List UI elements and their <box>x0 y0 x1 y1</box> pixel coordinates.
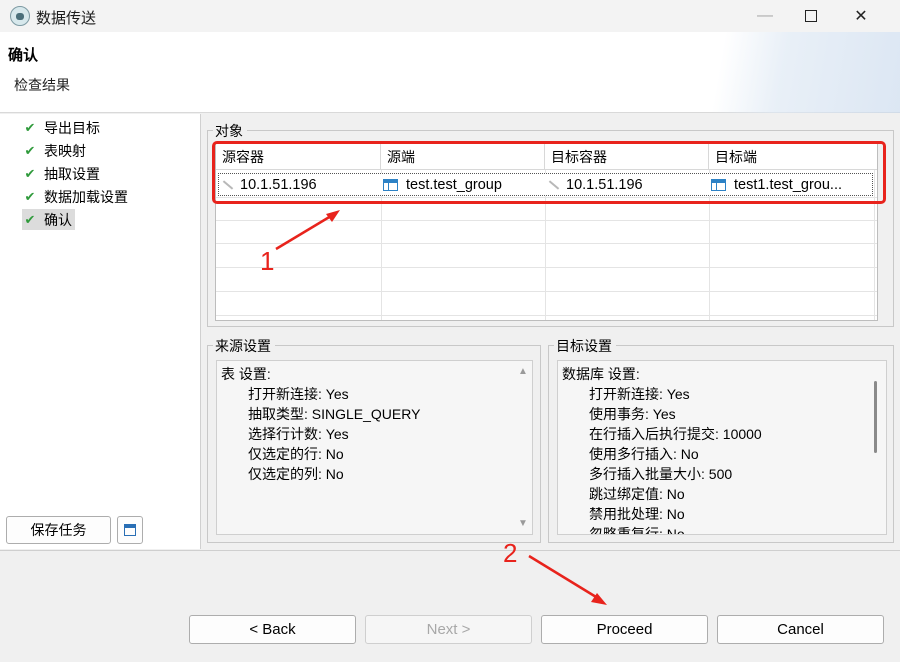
wizard-header: 确认 检查结果 <box>0 32 900 113</box>
grid-line <box>216 315 877 316</box>
step-label: 抽取设置 <box>44 165 100 182</box>
check-icon: ✔ <box>24 165 36 181</box>
annotation-number-1: 1 <box>260 246 275 276</box>
task-config-icon <box>124 524 136 536</box>
source-settings-text[interactable]: 表 设置: 打开新连接: Yes 抽取类型: SINGLE_QUERY 选择行计… <box>216 360 533 535</box>
settings-line: 仅选定的列: No <box>248 466 344 482</box>
highlight-box <box>212 141 886 204</box>
maximize-button[interactable] <box>788 0 834 32</box>
window-title: 数据传送 <box>36 10 97 27</box>
step-confirm[interactable]: ✔ 确认 <box>22 209 75 230</box>
page-title: 确认 <box>8 47 39 64</box>
settings-heading: 表 设置: <box>221 366 271 382</box>
grid-line <box>216 291 877 292</box>
settings-line: 抽取类型: SINGLE_QUERY <box>248 406 421 422</box>
annotation-arrow-2 <box>528 554 607 605</box>
settings-line: 打开新连接: Yes <box>248 386 349 402</box>
settings-line: 多行插入批量大小: 500 <box>589 466 733 482</box>
settings-line: 使用事务: Yes <box>589 406 676 422</box>
settings-line: 使用多行插入: No <box>589 446 699 462</box>
scroll-down-icon[interactable]: ▼ <box>518 518 528 529</box>
check-icon: ✔ <box>24 142 36 158</box>
proceed-button[interactable]: Proceed <box>541 615 708 644</box>
step-extract-settings[interactable]: ✔ 抽取设置 <box>22 163 103 184</box>
check-icon: ✔ <box>24 119 36 135</box>
minimize-button[interactable]: — <box>742 0 788 32</box>
objects-group-label: 对象 <box>213 121 247 141</box>
task-config-button[interactable] <box>117 516 143 544</box>
scrollbar-thumb[interactable] <box>874 381 877 453</box>
annotation-number-2: 2 <box>503 538 518 568</box>
app-icon <box>10 6 30 26</box>
check-icon: ✔ <box>24 188 36 204</box>
grid-line <box>216 267 877 268</box>
step-label: 数据加载设置 <box>44 188 128 205</box>
header-decoration <box>600 32 900 113</box>
settings-line: 选择行计数: Yes <box>248 426 349 442</box>
next-button[interactable]: Next > <box>365 615 532 644</box>
settings-line: 仅选定的行: No <box>248 446 344 462</box>
close-button[interactable]: ✕ <box>838 0 884 32</box>
target-settings-label: 目标设置 <box>554 336 616 356</box>
settings-line: 禁用批处理: No <box>589 506 685 522</box>
scroll-up-icon[interactable]: ▲ <box>518 366 528 377</box>
maximize-icon <box>805 10 817 22</box>
wizard-footer <box>0 550 900 662</box>
step-label: 表映射 <box>44 142 86 159</box>
source-settings-label: 来源设置 <box>213 336 275 356</box>
save-task-button[interactable]: 保存任务 <box>6 516 111 544</box>
cancel-button[interactable]: Cancel <box>717 615 884 644</box>
step-label: 确认 <box>44 211 72 228</box>
settings-line: 在行插入后执行提交: 10000 <box>589 426 762 442</box>
title-bar: 数据传送 — ✕ <box>0 0 900 32</box>
settings-line: 打开新连接: Yes <box>589 386 690 402</box>
page-subtitle: 检查结果 <box>14 77 70 93</box>
target-settings-text[interactable]: 数据库 设置: 打开新连接: Yes 使用事务: Yes 在行插入后执行提交: … <box>557 360 887 535</box>
step-export-target[interactable]: ✔ 导出目标 <box>22 117 103 138</box>
check-icon: ✔ <box>24 211 36 227</box>
annotation-arrow-1 <box>275 210 340 251</box>
steps-panel: ✔ 导出目标 ✔ 表映射 ✔ 抽取设置 ✔ 数据加载设置 ✔ 确认 保存任务 <box>0 114 201 549</box>
step-load-settings[interactable]: ✔ 数据加载设置 <box>22 186 131 207</box>
back-button[interactable]: < Back <box>189 615 356 644</box>
settings-line: 忽略重复行: No <box>589 526 685 535</box>
step-label: 导出目标 <box>44 119 100 136</box>
step-table-mapping[interactable]: ✔ 表映射 <box>22 140 89 161</box>
settings-line: 跳过绑定值: No <box>589 486 685 502</box>
settings-heading: 数据库 设置: <box>562 366 640 382</box>
